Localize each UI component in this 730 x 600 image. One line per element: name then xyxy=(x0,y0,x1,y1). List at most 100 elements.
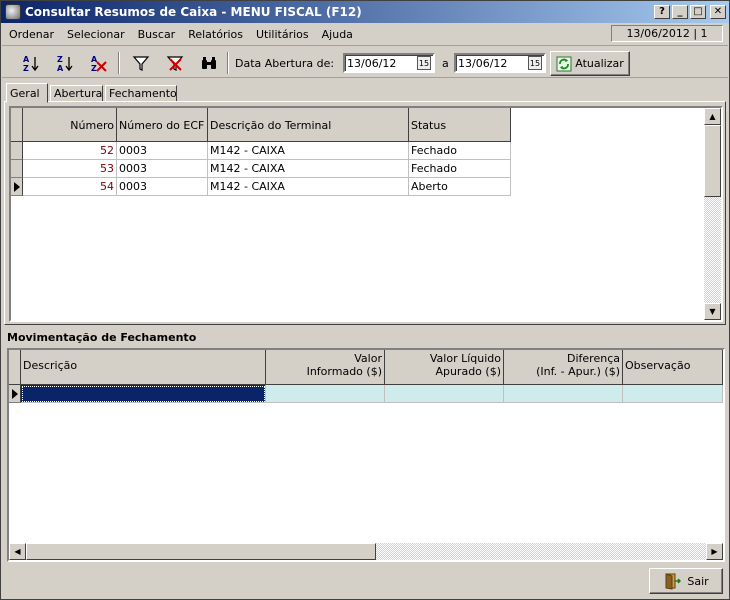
tab-geral-label: Geral xyxy=(10,86,40,100)
help-button[interactable]: ? xyxy=(654,5,670,19)
cell-ecf[interactable]: 0003 xyxy=(117,160,208,178)
cell-valor-informado[interactable] xyxy=(266,385,385,403)
tab-abertura[interactable]: Abertura xyxy=(50,85,103,102)
clear-filter-icon xyxy=(166,56,184,71)
fechamento-grid[interactable]: Descrição Valor Informado ($) Valor Líqu… xyxy=(7,348,725,562)
cell-descricao[interactable]: M142 - CAIXA xyxy=(208,142,409,160)
col-header-ecf[interactable]: Número do ECF xyxy=(117,108,208,142)
col-header-descricao[interactable]: Descrição xyxy=(21,350,266,385)
refresh-label: Atualizar xyxy=(575,57,624,70)
search-button[interactable] xyxy=(197,52,221,74)
cell-numero[interactable]: 52 xyxy=(23,142,117,160)
col-header-valor-informado[interactable]: Valor Informado ($) xyxy=(266,350,385,385)
status-date: 13/06/2012 | 1 xyxy=(611,25,723,42)
scroll-up-button[interactable]: ▲ xyxy=(704,108,721,125)
cell-descricao[interactable]: M142 - CAIXA xyxy=(208,178,409,196)
cell-descricao[interactable]: M142 - CAIXA xyxy=(208,160,409,178)
grid-corner xyxy=(11,108,23,142)
current-row-arrow-icon xyxy=(11,388,18,399)
scroll-right-button[interactable]: ▶ xyxy=(706,543,723,560)
menu-ajuda[interactable]: Ajuda xyxy=(315,28,359,41)
date-from-input[interactable]: 13/06/12 15 xyxy=(343,53,435,73)
sort-desc-button[interactable]: Z A xyxy=(53,52,77,74)
maximize-button[interactable]: □ xyxy=(690,5,706,19)
title-bar[interactable]: Consultar Resumos de Caixa - MENU FISCAL… xyxy=(1,1,729,23)
row-indicator-current[interactable] xyxy=(9,385,21,403)
clear-sort-icon: A Z xyxy=(91,55,107,72)
cell-numero[interactable]: 54 xyxy=(23,178,117,196)
menu-relatorios[interactable]: Relatórios xyxy=(181,28,249,41)
sort-asc-button[interactable]: A Z xyxy=(19,52,43,74)
cell-status[interactable]: Fechado xyxy=(409,160,511,178)
col-header-line2: Observação xyxy=(625,359,691,372)
exit-label: Sair xyxy=(687,574,709,588)
vertical-scrollbar[interactable]: ▲ ▼ xyxy=(704,108,721,320)
toolbar: A Z Z A A Z Data Abertura de: 13/06/12 1… xyxy=(2,48,728,78)
col-header-line2: Descrição xyxy=(23,359,78,372)
sort-desc-icon: Z A xyxy=(57,55,73,72)
cell-ecf[interactable]: 0003 xyxy=(117,142,208,160)
date-separator: a xyxy=(442,57,449,70)
menu-buscar[interactable]: Buscar xyxy=(131,28,182,41)
filter-button[interactable] xyxy=(129,52,153,74)
col-header-line2: Apurado ($) xyxy=(435,365,501,378)
svg-text:A: A xyxy=(23,55,30,64)
menu-ordenar[interactable]: Ordenar xyxy=(2,28,60,41)
section-title: Movimentação de Fechamento xyxy=(7,331,197,344)
scroll-left-button[interactable]: ◀ xyxy=(9,543,26,560)
row-indicator[interactable] xyxy=(11,142,23,160)
window-title: Consultar Resumos de Caixa - MENU FISCAL… xyxy=(25,5,362,19)
tab-fechamento[interactable]: Fechamento xyxy=(105,85,177,102)
cell-valor-apurado[interactable] xyxy=(385,385,504,403)
cell-diferenca[interactable] xyxy=(504,385,623,403)
scroll-thumb[interactable] xyxy=(704,125,721,197)
menu-selecionar[interactable]: Selecionar xyxy=(60,28,131,41)
exit-door-icon xyxy=(665,573,682,590)
date-to-value: 13/06/12 xyxy=(458,56,508,70)
col-header-descricao[interactable]: Descrição do Terminal xyxy=(208,108,409,142)
col-header-line2: Informado ($) xyxy=(306,365,382,378)
date-to-input[interactable]: 13/06/12 15 xyxy=(454,53,546,73)
date-from-value: 13/06/12 xyxy=(347,56,397,70)
svg-text:Z: Z xyxy=(91,64,97,72)
grid-corner xyxy=(9,350,21,385)
minimize-button[interactable]: _ xyxy=(672,5,688,19)
col-header-observacao[interactable]: Observação xyxy=(623,350,723,385)
binoculars-icon xyxy=(202,57,216,69)
cell-observacao[interactable] xyxy=(623,385,723,403)
col-header-diferenca[interactable]: Diferença (Inf. - Apur.) ($) xyxy=(504,350,623,385)
col-header-line1: Diferença xyxy=(567,352,620,365)
cell-numero[interactable]: 53 xyxy=(23,160,117,178)
scroll-thumb[interactable] xyxy=(26,543,376,560)
tab-panel-geral: Número Número do ECF Descrição do Termin… xyxy=(4,101,726,325)
caixa-grid[interactable]: Número Número do ECF Descrição do Termin… xyxy=(9,106,723,322)
date-range-label: Data Abertura de: xyxy=(235,57,335,70)
row-indicator-current[interactable] xyxy=(11,178,23,196)
horizontal-scrollbar[interactable]: ◀ ▶ xyxy=(9,543,723,560)
col-header-line1: Valor Líquido xyxy=(429,352,501,365)
row-indicator[interactable] xyxy=(11,160,23,178)
current-row-arrow-icon xyxy=(13,181,20,192)
close-button[interactable]: ✕ xyxy=(710,5,726,19)
svg-text:Z: Z xyxy=(57,55,63,64)
calendar-icon[interactable]: 15 xyxy=(417,56,431,70)
toolbar-separator xyxy=(227,52,229,74)
calendar-icon[interactable]: 15 xyxy=(528,56,542,70)
cell-status[interactable]: Fechado xyxy=(409,142,511,160)
refresh-icon xyxy=(556,56,572,71)
tab-fechamento-label: Fechamento xyxy=(109,87,177,100)
refresh-button[interactable]: Atualizar xyxy=(550,51,630,76)
exit-button[interactable]: Sair xyxy=(649,568,723,594)
cell-descricao-selected[interactable] xyxy=(21,385,266,403)
menu-utilitarios[interactable]: Utilitários xyxy=(249,28,315,41)
tab-geral[interactable]: Geral xyxy=(6,83,48,103)
clear-filter-button[interactable] xyxy=(163,52,187,74)
col-header-numero[interactable]: Número xyxy=(23,108,117,142)
clear-sort-button[interactable]: A Z xyxy=(87,52,111,74)
col-header-valor-apurado[interactable]: Valor Líquido Apurado ($) xyxy=(385,350,504,385)
cell-ecf[interactable]: 0003 xyxy=(117,178,208,196)
toolbar-separator xyxy=(118,52,120,74)
col-header-status[interactable]: Status xyxy=(409,108,511,142)
cell-status[interactable]: Aberto xyxy=(409,178,511,196)
scroll-down-button[interactable]: ▼ xyxy=(704,303,721,320)
